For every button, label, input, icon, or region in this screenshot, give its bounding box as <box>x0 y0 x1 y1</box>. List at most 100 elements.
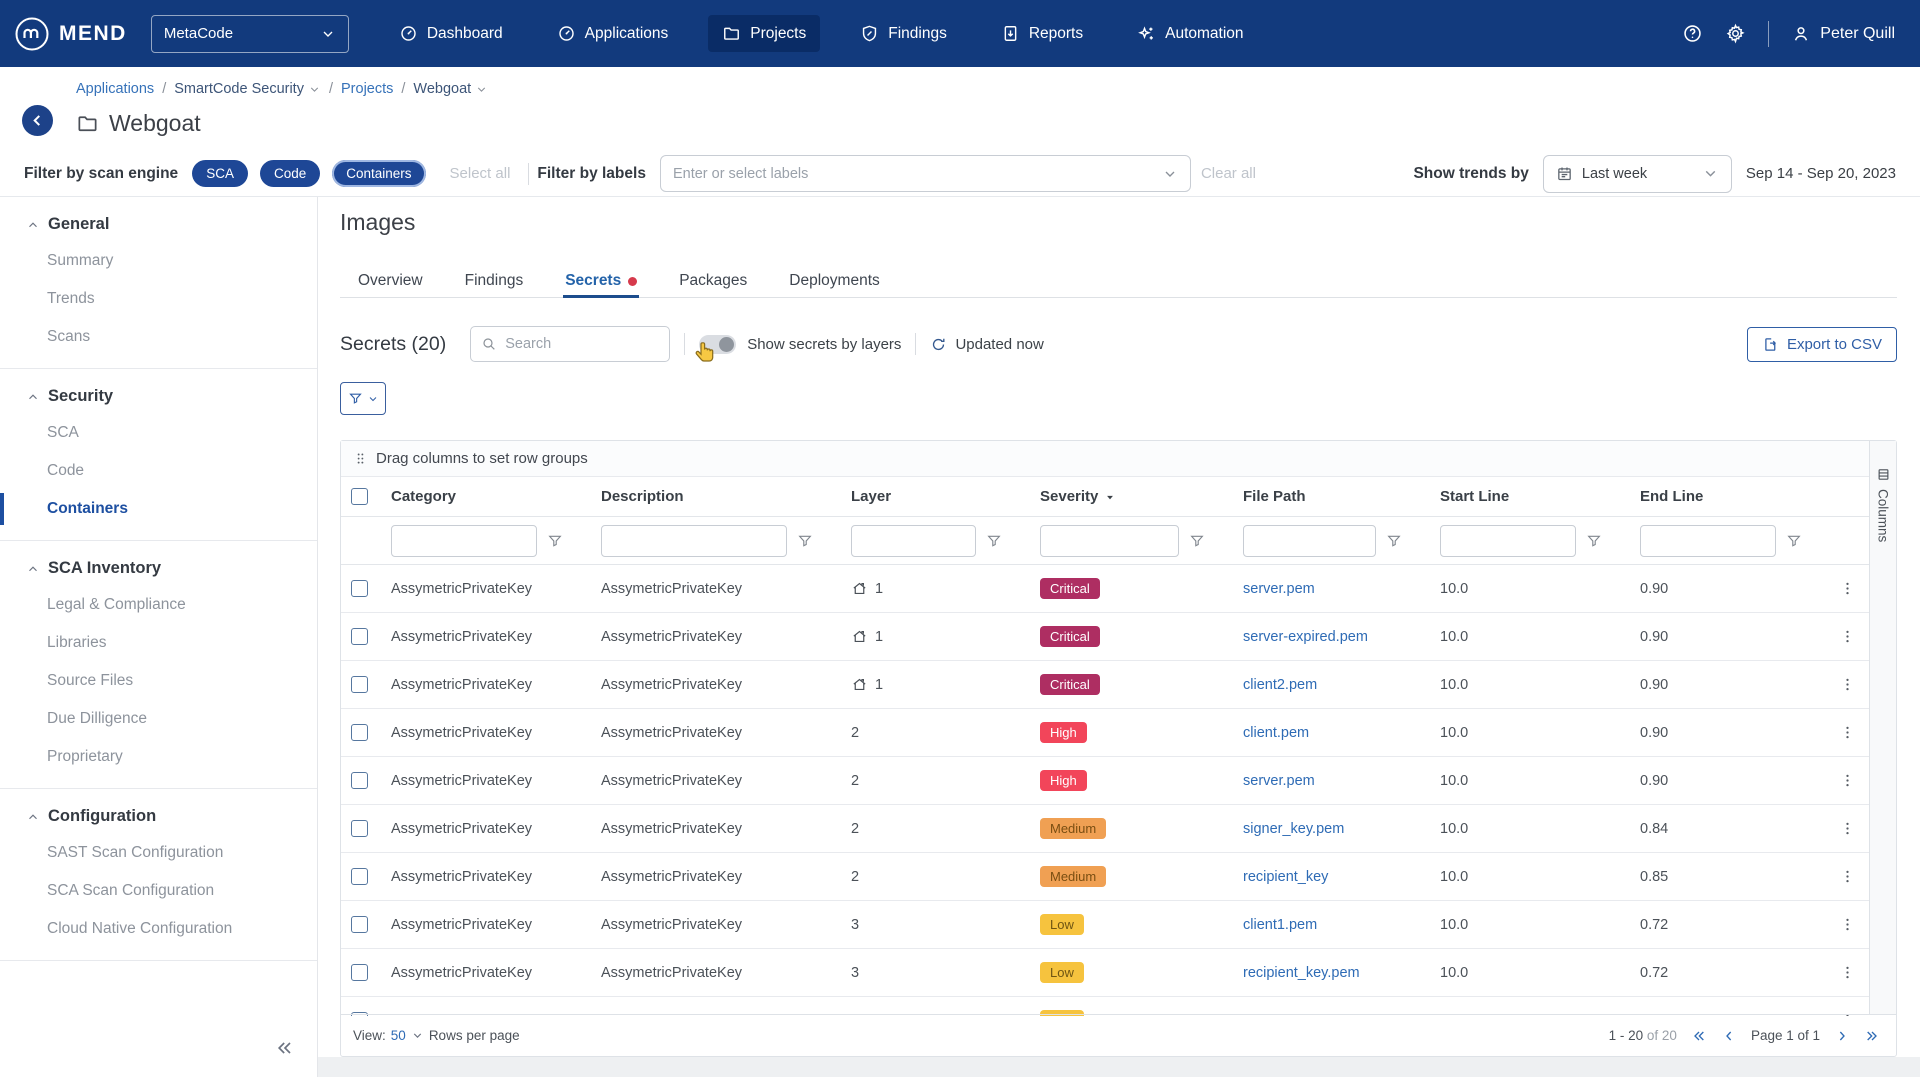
column-filter-input-start-line[interactable] <box>1440 525 1576 557</box>
column-header-description[interactable]: Description <box>587 488 837 505</box>
row-checkbox[interactable] <box>351 628 368 645</box>
org-dropdown[interactable]: MetaCode <box>151 15 349 53</box>
funnel-icon[interactable] <box>1586 533 1602 549</box>
breadcrumb-item-webgoat[interactable]: Webgoat <box>413 81 488 97</box>
row-checkbox[interactable] <box>351 772 368 789</box>
tab-packages[interactable]: Packages <box>677 265 749 297</box>
funnel-icon[interactable] <box>797 533 813 549</box>
table-row[interactable]: AssymetricPrivateKeyAssymetricPrivateKey… <box>341 901 1869 949</box>
nav-item-dashboard[interactable]: Dashboard <box>385 15 517 52</box>
column-header-end-line[interactable]: End Line <box>1626 488 1826 505</box>
scan-engine-chip-sca[interactable]: SCA <box>192 160 248 187</box>
table-row[interactable]: AssymetricPrivateKeyAssymetricPrivateKey… <box>341 661 1869 709</box>
nav-item-projects[interactable]: Projects <box>708 15 820 52</box>
refresh-button[interactable]: Updated now <box>930 336 1043 353</box>
select-all-button[interactable]: Select all <box>450 165 511 182</box>
labels-select[interactable] <box>660 155 1191 192</box>
table-row[interactable]: AssymetricPrivateKeyAssymetricPrivateKey… <box>341 853 1869 901</box>
tab-overview[interactable]: Overview <box>356 265 425 297</box>
sidebar-item-proprietary[interactable]: Proprietary <box>0 738 317 776</box>
sidebar-item-due-dilligence[interactable]: Due Dilligence <box>0 700 317 738</box>
row-group-dropzone[interactable]: Drag columns to set row groups <box>341 441 1869 477</box>
help-icon[interactable] <box>1682 23 1703 44</box>
grid-filter-button[interactable] <box>340 382 386 415</box>
row-menu-button[interactable] <box>1826 772 1869 789</box>
column-filter-input-category[interactable] <box>391 525 537 557</box>
breadcrumb-item-applications[interactable]: Applications <box>76 81 154 97</box>
sidebar-item-trends[interactable]: Trends <box>0 280 317 318</box>
file-path-link[interactable]: client.pem <box>1243 725 1309 741</box>
sidebar-item-cloud-native-configuration[interactable]: Cloud Native Configuration <box>0 910 317 948</box>
table-row[interactable]: AssymetricPrivateKeyAssymetricPrivateKey… <box>341 949 1869 997</box>
sidebar-section-header-sca-inventory[interactable]: SCA Inventory <box>0 551 317 586</box>
layers-toggle[interactable] <box>699 335 736 354</box>
column-filter-input-file-path[interactable] <box>1243 525 1376 557</box>
row-menu-button[interactable] <box>1826 916 1869 933</box>
row-menu-button[interactable] <box>1826 628 1869 645</box>
file-path-link[interactable]: recipient_key.pem <box>1243 965 1360 981</box>
file-path-link[interactable]: server-expired.pem <box>1243 629 1368 645</box>
sidebar-collapse-button[interactable] <box>275 1038 295 1061</box>
file-path-link[interactable]: client2.pem <box>1243 677 1317 693</box>
sidebar-item-source-files[interactable]: Source Files <box>0 662 317 700</box>
tab-findings[interactable]: Findings <box>463 265 526 297</box>
sidebar-item-summary[interactable]: Summary <box>0 242 317 280</box>
row-checkbox[interactable] <box>351 868 368 885</box>
secrets-search[interactable] <box>470 326 670 362</box>
trends-dropdown[interactable]: Last week <box>1543 155 1732 193</box>
export-csv-button[interactable]: Export to CSV <box>1747 327 1897 362</box>
tab-secrets[interactable]: Secrets <box>563 265 639 297</box>
column-header-layer[interactable]: Layer <box>837 488 1026 505</box>
table-row[interactable]: AssymetricPrivateKeyAssymetricPrivateKey… <box>341 613 1869 661</box>
column-filter-input-description[interactable] <box>601 525 787 557</box>
funnel-icon[interactable] <box>1386 533 1402 549</box>
row-menu-button[interactable] <box>1826 676 1869 693</box>
row-menu-button[interactable] <box>1826 964 1869 981</box>
nav-item-automation[interactable]: Automation <box>1123 15 1257 52</box>
nav-item-applications[interactable]: Applications <box>543 15 683 52</box>
sidebar-section-header-general[interactable]: General <box>0 207 317 242</box>
next-page-button[interactable] <box>1834 1028 1850 1044</box>
columns-panel-tab[interactable]: Columns <box>1869 441 1896 1014</box>
file-path-link[interactable]: server.pem <box>1243 581 1315 597</box>
table-row[interactable]: AssymetricPrivateKeyAssymetricPrivateKey… <box>341 565 1869 613</box>
row-menu-button[interactable] <box>1826 868 1869 885</box>
breadcrumb-item-projects[interactable]: Projects <box>341 81 393 97</box>
sidebar-item-legal-compliance[interactable]: Legal & Compliance <box>0 586 317 624</box>
sidebar-item-libraries[interactable]: Libraries <box>0 624 317 662</box>
column-header-start-line[interactable]: Start Line <box>1426 488 1626 505</box>
breadcrumb-item-smartcode-security[interactable]: SmartCode Security <box>174 81 321 97</box>
back-button[interactable] <box>22 105 53 136</box>
chevron-down-icon[interactable] <box>411 1029 424 1042</box>
last-page-button[interactable] <box>1864 1028 1880 1044</box>
brand-logo[interactable]: MEND <box>14 16 127 52</box>
column-filter-input-end-line[interactable] <box>1640 525 1776 557</box>
nav-item-reports[interactable]: Reports <box>987 15 1097 52</box>
funnel-icon[interactable] <box>986 533 1002 549</box>
row-menu-button[interactable] <box>1826 580 1869 597</box>
user-menu[interactable]: Peter Quill <box>1791 24 1895 44</box>
row-checkbox[interactable] <box>351 580 368 597</box>
secrets-search-input[interactable] <box>505 336 659 352</box>
scan-engine-chip-containers[interactable]: Containers <box>332 160 425 187</box>
clear-all-button[interactable]: Clear all <box>1201 165 1256 182</box>
funnel-icon[interactable] <box>1189 533 1205 549</box>
sidebar-item-containers[interactable]: Containers <box>0 490 317 528</box>
tab-deployments[interactable]: Deployments <box>787 265 881 297</box>
column-filter-input-severity[interactable] <box>1040 525 1179 557</box>
row-checkbox[interactable] <box>351 916 368 933</box>
sidebar-item-sca[interactable]: SCA <box>0 414 317 452</box>
sidebar-item-code[interactable]: Code <box>0 452 317 490</box>
row-checkbox[interactable] <box>351 820 368 837</box>
column-filter-input-layer[interactable] <box>851 525 976 557</box>
scan-engine-chip-code[interactable]: Code <box>260 160 320 187</box>
file-path-link[interactable]: recipient_key <box>1243 869 1328 885</box>
table-row[interactable]: AssymetricPrivateKeyAssymetricPrivateKey… <box>341 805 1869 853</box>
file-path-link[interactable]: signer_key.pem <box>1243 821 1344 837</box>
sidebar-item-sast-scan-configuration[interactable]: SAST Scan Configuration <box>0 834 317 872</box>
column-header-severity[interactable]: Severity <box>1026 488 1229 505</box>
labels-input[interactable] <box>673 166 1162 182</box>
file-path-link[interactable]: client1.pem <box>1243 917 1317 933</box>
column-header-category[interactable]: Category <box>377 488 587 505</box>
view-value[interactable]: 50 <box>391 1028 406 1043</box>
